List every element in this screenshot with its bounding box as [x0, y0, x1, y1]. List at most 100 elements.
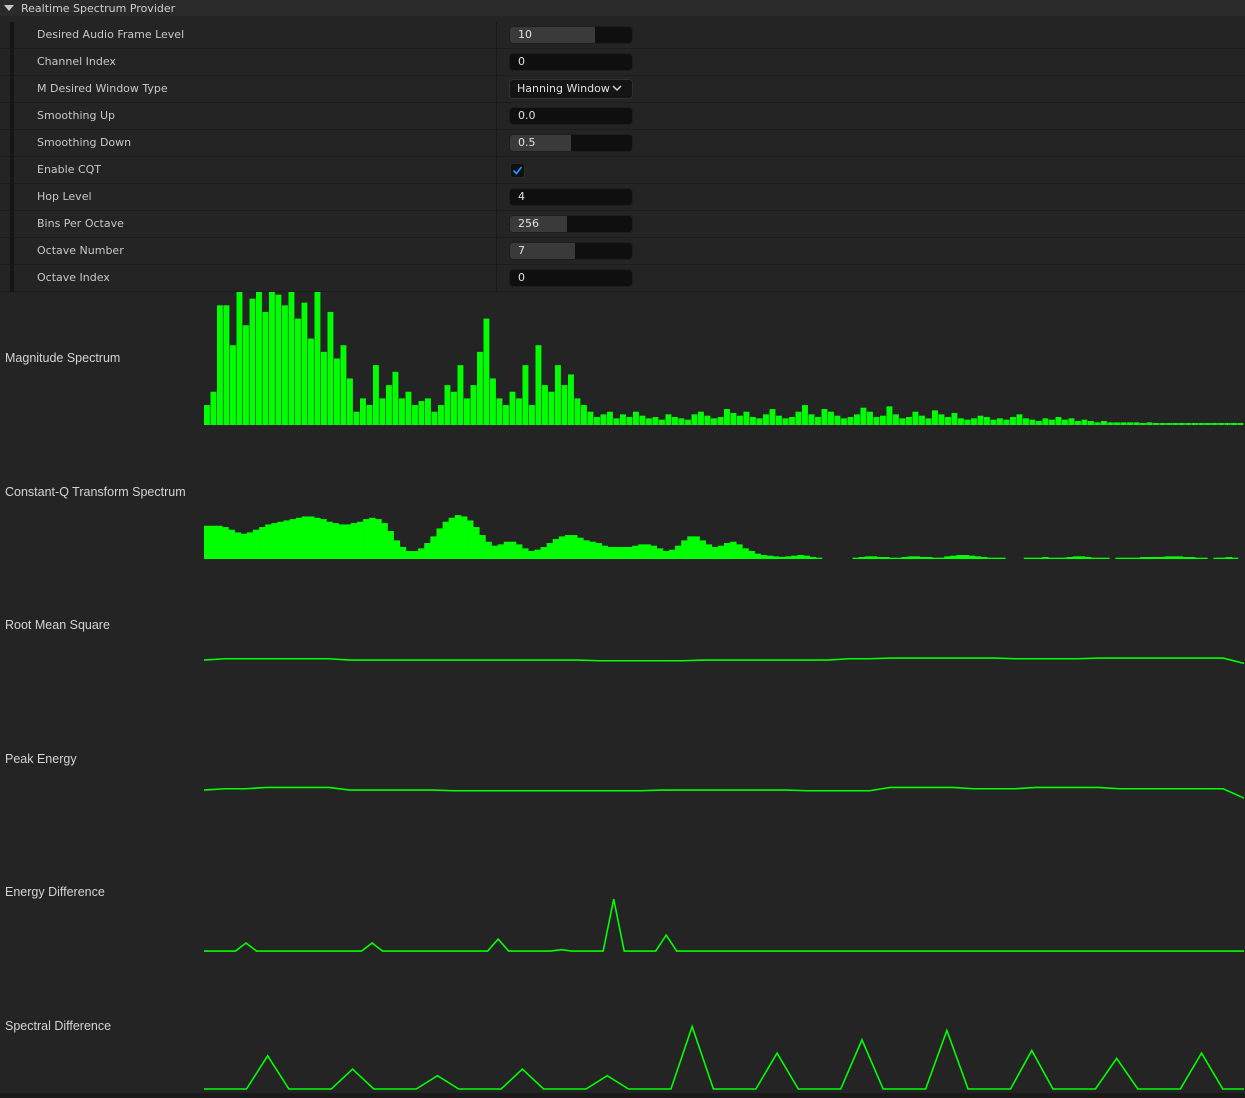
series-line [204, 898, 1244, 952]
cqt-bin [228, 529, 235, 559]
cqt-bin [460, 515, 468, 559]
cqt-bin [552, 538, 560, 559]
section-title: Realtime Spectrum Provider [21, 1, 176, 15]
spectrum-bar [360, 398, 366, 425]
cqt-bin [509, 541, 517, 559]
cqt-bin [277, 521, 284, 559]
spectrum-bar [561, 385, 568, 425]
spectrum-bar [841, 418, 847, 425]
spectrum-bar [620, 414, 626, 425]
cqt-bin [583, 539, 590, 559]
spectrum-bar [425, 398, 431, 425]
spectrum-bar [295, 318, 301, 425]
peak-energy-graph: Peak Energy [0, 693, 1245, 826]
cqt-bin [571, 534, 578, 559]
cqt-bin [754, 553, 762, 559]
spectrum-bar [386, 385, 392, 425]
cqt-bin [393, 539, 401, 559]
cqt-bin [797, 554, 804, 559]
spectrum-bar [282, 305, 288, 425]
m-desired-window-type-dropdown[interactable]: Hanning Window [509, 79, 633, 99]
cqt-bin [699, 539, 706, 559]
graph-label: Energy Difference [5, 885, 105, 899]
property-label-smoothing-up: Smoothing Up [37, 109, 115, 122]
cqt-bin [589, 541, 596, 559]
spectrum-bar [269, 292, 275, 425]
cqt-bin [693, 535, 700, 559]
hop-level-input[interactable]: 4 [509, 188, 633, 206]
property-row: M Desired Window Type Hanning Window [0, 76, 1245, 103]
spectrum-bar [217, 305, 223, 425]
spectrum-bar [782, 418, 789, 425]
spectrum-bar [997, 418, 1003, 425]
cqt-bin [301, 515, 309, 559]
column-separator[interactable] [496, 238, 497, 265]
spectrum-bar [327, 311, 334, 425]
spectrum-bar [678, 418, 685, 425]
cqt-bin [216, 525, 223, 559]
graph-label: Magnitude Spectrum [5, 351, 121, 365]
spectrum-bar [776, 415, 782, 425]
field-value: 0 [518, 55, 525, 68]
spectrum-bar [938, 414, 945, 425]
column-separator[interactable] [496, 103, 497, 130]
desired-audio-frame-level-slider[interactable]: 10 [509, 26, 633, 44]
property-row: Bins Per Octave 256 [0, 211, 1245, 238]
row-gutter [10, 265, 14, 292]
cqt-bin [724, 542, 731, 559]
property-label-smoothing-down: Smoothing Down [37, 136, 132, 149]
graph-canvas [204, 898, 1244, 952]
spectrum-bar [626, 417, 633, 425]
column-separator[interactable] [496, 130, 497, 157]
column-separator[interactable] [496, 49, 497, 76]
cqt-bin [381, 522, 388, 559]
cqt-bin [210, 525, 217, 559]
spectrum-bar [470, 385, 477, 425]
column-separator[interactable] [496, 157, 497, 184]
spectrum-bar [1081, 419, 1088, 425]
cqt-bin [730, 541, 737, 559]
smoothing-up-input[interactable]: 0.0 [509, 107, 633, 125]
enable-cqt-checkbox[interactable] [510, 163, 525, 178]
cqt-bin [711, 546, 719, 559]
channel-index-input[interactable]: 0 [509, 53, 633, 71]
field-value: 4 [518, 190, 525, 203]
cqt-bin [558, 535, 566, 559]
cqt-bin [626, 546, 633, 559]
cqt-bin [546, 542, 554, 559]
spectrum-bar [1088, 421, 1094, 425]
octave-number-slider[interactable]: 7 [509, 242, 633, 260]
spectrum-bar [945, 417, 951, 425]
spectrum-bar [977, 415, 984, 425]
spectrum-bar [581, 405, 587, 425]
cqt-bin [760, 554, 768, 559]
cqt-bin [950, 555, 957, 559]
spectrum-bar [730, 413, 737, 425]
spectrum-bar [483, 318, 490, 425]
spectrum-bar [763, 414, 769, 425]
spectrum-bar [522, 365, 529, 425]
triangle-down-icon[interactable] [4, 5, 14, 11]
spectrum-bar [860, 407, 867, 425]
spectrum-bar [756, 418, 763, 425]
cqt-bin [454, 514, 462, 559]
column-separator[interactable] [496, 22, 497, 49]
column-separator[interactable] [496, 211, 497, 238]
spectrum-bar [256, 292, 262, 425]
spectrum-bar [717, 417, 724, 425]
spectrum-bar [509, 391, 516, 425]
graph-canvas [204, 786, 1244, 799]
cqt-bin [766, 555, 774, 559]
spectrum-bar [321, 351, 327, 425]
bins-per-octave-slider[interactable]: 256 [509, 215, 633, 233]
column-separator[interactable] [496, 265, 497, 292]
smoothing-down-slider[interactable]: 0.5 [509, 134, 633, 152]
column-separator[interactable] [496, 184, 497, 211]
spectrum-bar [275, 294, 282, 425]
column-separator[interactable] [496, 76, 497, 103]
graph-canvas [204, 1023, 1244, 1090]
section-header[interactable]: Realtime Spectrum Provider [0, 0, 1245, 16]
spectrum-bar [529, 405, 535, 425]
spectrum-bar [1042, 418, 1049, 425]
octave-index-input[interactable]: 0 [509, 269, 633, 287]
